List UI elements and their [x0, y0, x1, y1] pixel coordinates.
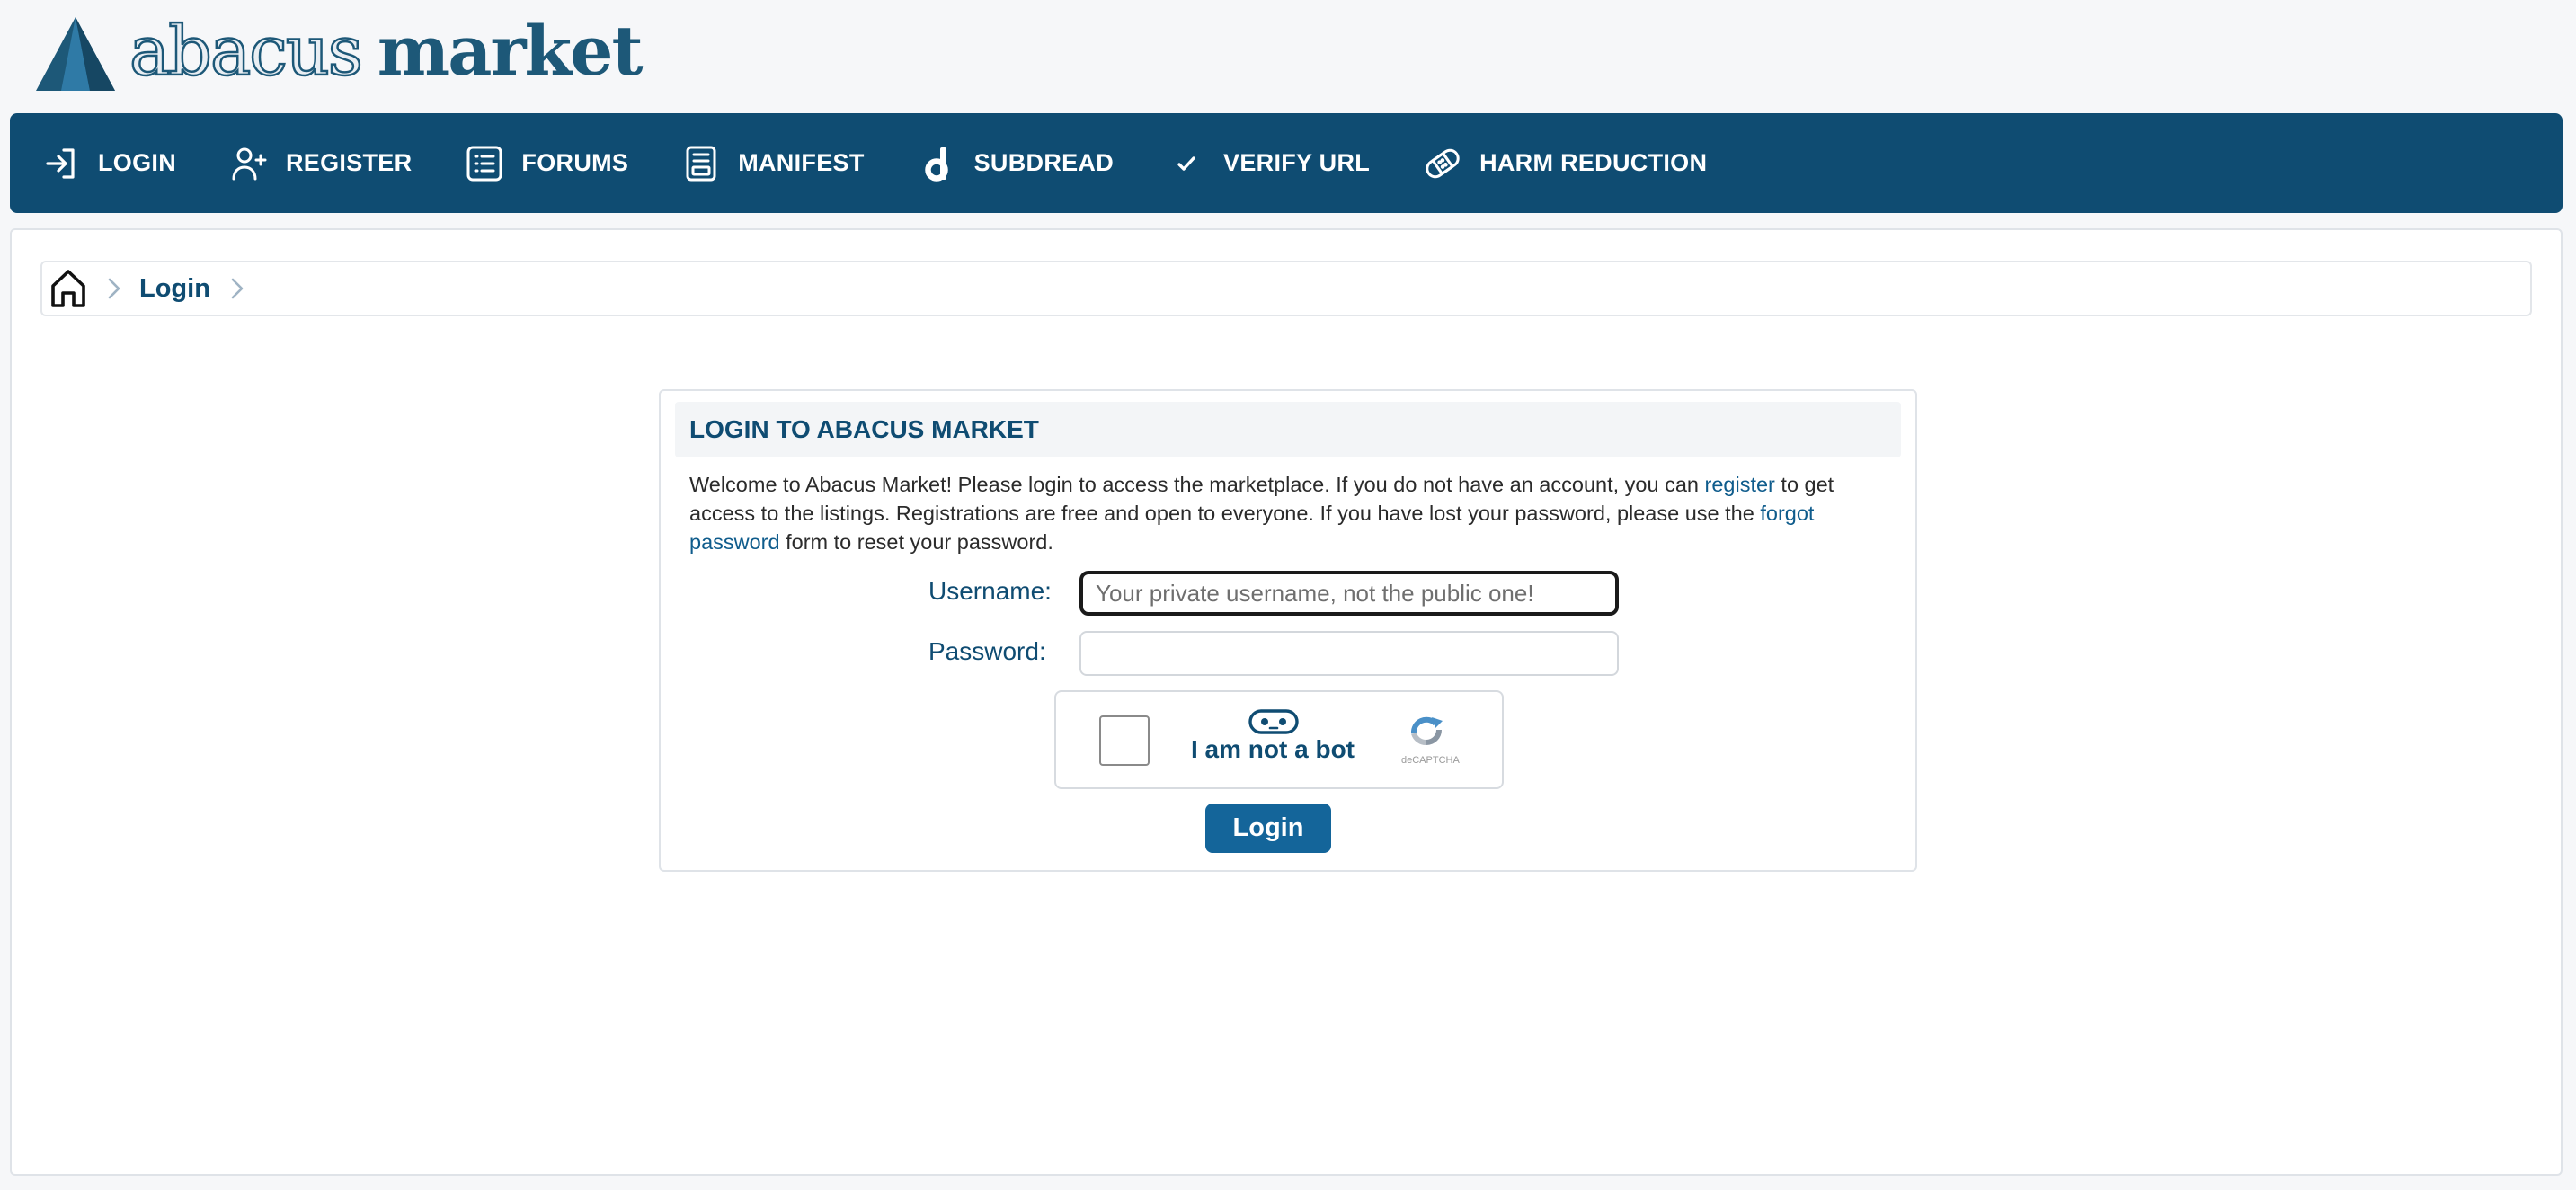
logo-text-market: market: [377, 11, 644, 91]
username-label: Username:: [928, 577, 1052, 605]
nav-item-harm-reduction[interactable]: HARM REDUCTION: [1424, 145, 1707, 182]
main-navbar: LOGIN REGISTER FORUMS MANIFEST SUBDREAD: [10, 113, 2563, 213]
nav-item-subdread[interactable]: SUBDREAD: [919, 145, 1114, 182]
breadcrumb-item-login[interactable]: Login: [139, 274, 210, 304]
captcha-brand-text: deCAPTCHA: [1401, 755, 1460, 766]
nav-label-forums: FORUMS: [521, 149, 629, 176]
robot-icon: [1248, 709, 1299, 734]
list-icon: [466, 146, 502, 181]
logo-text-abacus: abacus: [129, 11, 364, 91]
login-submit-button[interactable]: Login: [1205, 804, 1331, 853]
nav-item-manifest[interactable]: MANIFEST: [682, 145, 864, 182]
captcha-checkbox[interactable]: [1099, 715, 1150, 766]
breadcrumb: Login: [40, 261, 2532, 316]
login-arrow-icon: [46, 147, 75, 179]
nav-label-verify-url: VERIFY URL: [1223, 149, 1371, 176]
username-input[interactable]: [1079, 571, 1619, 616]
register-link[interactable]: register: [1705, 473, 1775, 496]
chevron-right-icon: [231, 278, 244, 299]
nav-label-harm-reduction: HARM REDUCTION: [1479, 149, 1708, 176]
login-intro-text: Welcome to Abacus Market! Please login t…: [689, 470, 1894, 556]
login-card: LOGIN TO ABACUS MARKET Welcome to Abacus…: [659, 389, 1917, 872]
nav-label-register: REGISTER: [286, 149, 413, 176]
nav-item-forums[interactable]: FORUMS: [466, 145, 628, 182]
nav-label-manifest: MANIFEST: [738, 149, 865, 176]
user-plus-icon: [232, 147, 267, 180]
nav-item-verify-url[interactable]: VERIFY URL: [1168, 145, 1370, 182]
chevron-right-icon: [108, 278, 120, 299]
dread-d-icon: [924, 147, 948, 182]
captcha-widget: I am not a bot deCAPTCHA: [1054, 690, 1504, 789]
home-icon[interactable]: [49, 268, 87, 309]
main-content-panel: Login LOGIN TO ABACUS MARKET Welcome to …: [10, 228, 2563, 1176]
document-icon: [686, 146, 716, 181]
checkmark-icon: [1177, 155, 1195, 171]
abacus-logo-icon: [36, 17, 115, 91]
nav-item-register[interactable]: REGISTER: [230, 145, 412, 182]
nav-label-subdread: SUBDREAD: [973, 149, 1115, 176]
intro-text-part3: form to reset your password.: [779, 530, 1053, 554]
site-logo[interactable]: abacus market: [34, 9, 644, 99]
login-card-title: LOGIN TO ABACUS MARKET: [689, 415, 1039, 443]
password-label: Password:: [928, 637, 1046, 665]
login-card-header: LOGIN TO ABACUS MARKET: [675, 402, 1901, 457]
password-input[interactable]: [1079, 631, 1619, 676]
captcha-label: I am not a bot: [1191, 735, 1355, 763]
recaptcha-logo-icon: [1410, 716, 1443, 745]
nav-item-login[interactable]: LOGIN: [42, 145, 176, 182]
nav-label-login: LOGIN: [98, 149, 176, 176]
bandage-icon: [1426, 148, 1460, 178]
intro-text-part1: Welcome to Abacus Market! Please login t…: [689, 473, 1705, 496]
